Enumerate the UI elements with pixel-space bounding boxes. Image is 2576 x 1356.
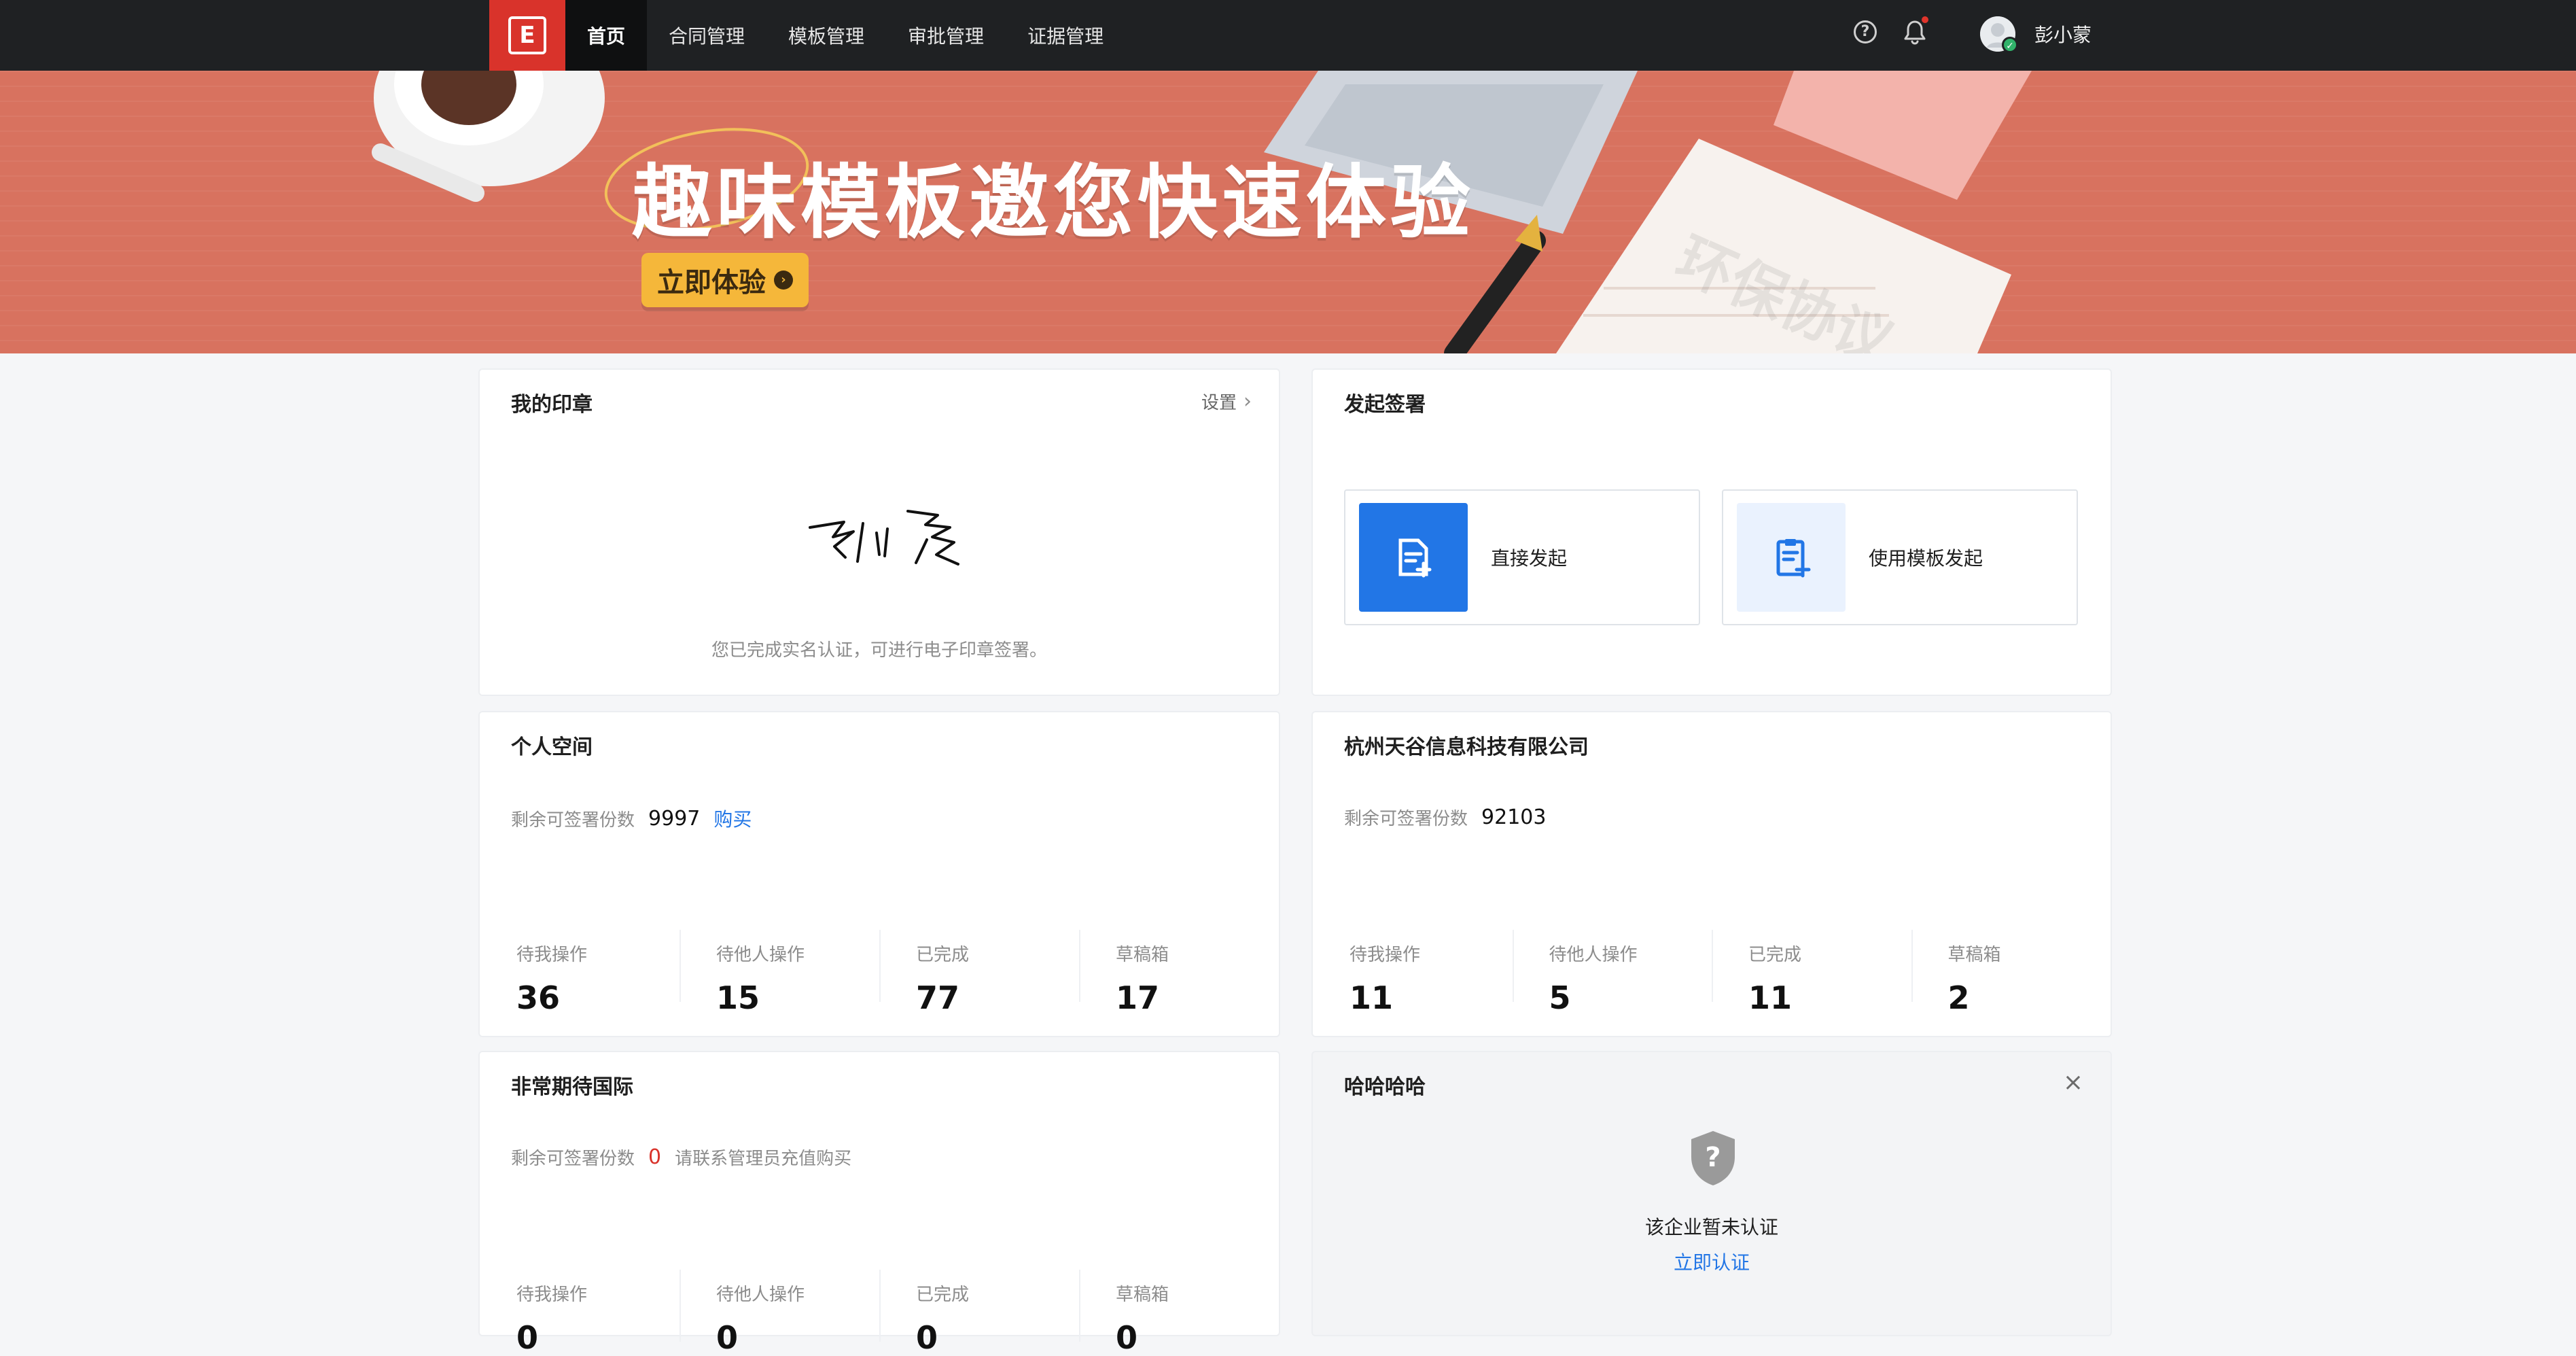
card-title: 发起签署 [1344, 393, 1426, 417]
stat-pending-me[interactable]: 待我操作 11 [1313, 930, 1513, 1016]
stat-value: 77 [916, 979, 960, 1016]
start-signing-card: 发起签署 直接发起 使用模板发起 [1311, 368, 2112, 696]
nav-item-approvals[interactable]: 审批管理 [886, 0, 1006, 71]
verified-check-icon: ✓ [2002, 37, 2018, 53]
top-navigation-bar: E 首页 合同管理 模板管理 审批管理 证据管理 ? ✓ 彭小蒙 [0, 0, 2576, 71]
stat-pending-others[interactable]: 待他人操作 5 [1512, 930, 1712, 1016]
card-title: 杭州天谷信息科技有限公司 [1344, 735, 1589, 759]
contact-note: 请联系管理员充值购买 [675, 1149, 852, 1169]
company-space-card: 杭州天谷信息科技有限公司 剩余可签署份数 92103 待我操作 11 待他人操作… [1311, 711, 2112, 1037]
notification-dot [1922, 16, 1928, 23]
remaining-label: 剩余可签署份数 [1344, 809, 1468, 829]
start-direct-option[interactable]: 直接发起 [1344, 489, 1700, 625]
company-stats: 待我操作 11 待他人操作 5 已完成 11 草稿箱 2 [1313, 930, 2111, 1016]
stat-label: 已完成 [916, 1285, 970, 1305]
stat-label: 待我操作 [516, 1285, 588, 1305]
unverified-company-card: 哈哈哈哈 × ? 该企业暂未认证 立即认证 [1311, 1051, 2112, 1336]
card-title: 非常期待国际 [511, 1075, 633, 1099]
intl-company-card: 非常期待国际 剩余可签署份数 0 请联系管理员充值购买 待我操作 0 待他人操作… [478, 1051, 1280, 1356]
stat-label: 已完成 [916, 945, 970, 965]
document-add-icon [1398, 538, 1432, 578]
nav-item-contracts[interactable]: 合同管理 [647, 0, 766, 71]
stat-label: 待他人操作 [1549, 945, 1638, 965]
stat-value: 15 [716, 979, 760, 1016]
stat-label: 待他人操作 [716, 1285, 805, 1305]
stat-value: 2 [1947, 979, 1970, 1016]
card-title: 我的印章 [511, 393, 593, 417]
seal-settings-link[interactable]: 设置 › [1201, 389, 1252, 414]
arrow-right-icon: › [774, 271, 793, 290]
stat-label: 已完成 [1748, 945, 1802, 965]
seal-note: 您已完成实名认证，可进行电子印章签署。 [711, 640, 1047, 661]
stat-label: 草稿箱 [1116, 1285, 1169, 1305]
stat-drafts[interactable]: 草稿箱 0 [1079, 1270, 1279, 1356]
remaining-label: 剩余可签署份数 [511, 1149, 635, 1169]
chevron-right-icon: › [1243, 389, 1252, 413]
username[interactable]: 彭小蒙 [2034, 0, 2092, 71]
banner-cta-label: 立即体验 [657, 267, 766, 298]
stat-value: 5 [1549, 979, 1571, 1016]
stat-drafts[interactable]: 草稿箱 2 [1911, 930, 2111, 1016]
remaining-value: 9997 [648, 806, 701, 831]
stat-value: 36 [516, 979, 561, 1016]
stat-label: 待我操作 [1349, 945, 1421, 965]
svg-text:?: ? [1705, 1142, 1721, 1173]
clipboard-add-icon [1776, 539, 1811, 578]
stat-value: 17 [1116, 979, 1160, 1016]
stat-value: 0 [716, 1319, 739, 1356]
remaining-value: 92103 [1481, 805, 1547, 829]
stat-label: 待他人操作 [716, 945, 805, 965]
close-icon[interactable]: × [2063, 1068, 2083, 1096]
stat-label: 待我操作 [516, 945, 588, 965]
nav-item-templates[interactable]: 模板管理 [766, 0, 886, 71]
intl-stats: 待我操作 0 待他人操作 0 已完成 0 草稿箱 0 [480, 1270, 1279, 1356]
unverified-status-text: 该企业暂未认证 [1644, 1216, 1778, 1238]
stat-completed[interactable]: 已完成 0 [879, 1270, 1079, 1356]
promo-banner[interactable]: 趣味模板邀您快速体验 立即体验 › 环保协议 [0, 71, 2576, 353]
personal-space-card: 个人空间 剩余可签署份数 9997 购买 待我操作 36 待他人操作 15 已完… [478, 711, 1280, 1037]
stat-value: 0 [916, 1319, 938, 1356]
my-seal-card: 我的印章 设置 › 您已完成实名认证，可进行电子印章签署。 [478, 368, 1280, 696]
start-template-option[interactable]: 使用模板发起 [1722, 489, 2078, 625]
banner-cta-button[interactable]: 立即体验 › [641, 253, 809, 307]
remaining-label: 剩余可签署份数 [511, 810, 635, 831]
buy-link[interactable]: 购买 [713, 805, 752, 832]
logo-mark-icon: E [508, 16, 546, 54]
stat-pending-others[interactable]: 待他人操作 0 [680, 1270, 879, 1356]
main-nav: 首页 合同管理 模板管理 审批管理 证据管理 [565, 0, 1125, 71]
stat-completed[interactable]: 已完成 77 [879, 930, 1079, 1016]
card-title: 哈哈哈哈 [1344, 1075, 1426, 1099]
card-title: 个人空间 [511, 735, 593, 759]
personal-stats: 待我操作 36 待他人操作 15 已完成 77 草稿箱 17 [480, 930, 1279, 1016]
stat-label: 草稿箱 [1116, 945, 1169, 965]
nav-item-evidence[interactable]: 证据管理 [1006, 0, 1125, 71]
settings-label: 设置 [1201, 393, 1237, 413]
app-logo[interactable]: E [489, 0, 565, 71]
help-icon[interactable]: ? [1854, 20, 1877, 44]
shield-question-icon: ? [1691, 1131, 1735, 1185]
stat-completed[interactable]: 已完成 11 [1712, 930, 1911, 1016]
stat-pending-others[interactable]: 待他人操作 15 [680, 930, 879, 1016]
nav-item-home[interactable]: 首页 [565, 0, 648, 71]
stat-value: 0 [516, 1319, 539, 1356]
direct-start-icon [1359, 503, 1468, 612]
stat-value: 11 [1748, 979, 1793, 1016]
remaining-value: 0 [648, 1145, 662, 1169]
verify-now-link[interactable]: 立即认证 [1313, 1248, 2111, 1275]
stat-drafts[interactable]: 草稿箱 17 [1079, 930, 1279, 1016]
stat-value: 11 [1349, 979, 1394, 1016]
signature-image [809, 510, 959, 566]
start-direct-label: 直接发起 [1491, 547, 1568, 570]
stat-pending-me[interactable]: 待我操作 0 [480, 1270, 680, 1356]
template-start-icon [1737, 503, 1846, 612]
start-template-label: 使用模板发起 [1869, 547, 1983, 570]
banner-title: 趣味模板邀您快速体验 [632, 156, 1475, 249]
stat-value: 0 [1116, 1319, 1138, 1356]
stat-label: 草稿箱 [1947, 945, 2001, 965]
stat-pending-me[interactable]: 待我操作 36 [480, 930, 680, 1016]
